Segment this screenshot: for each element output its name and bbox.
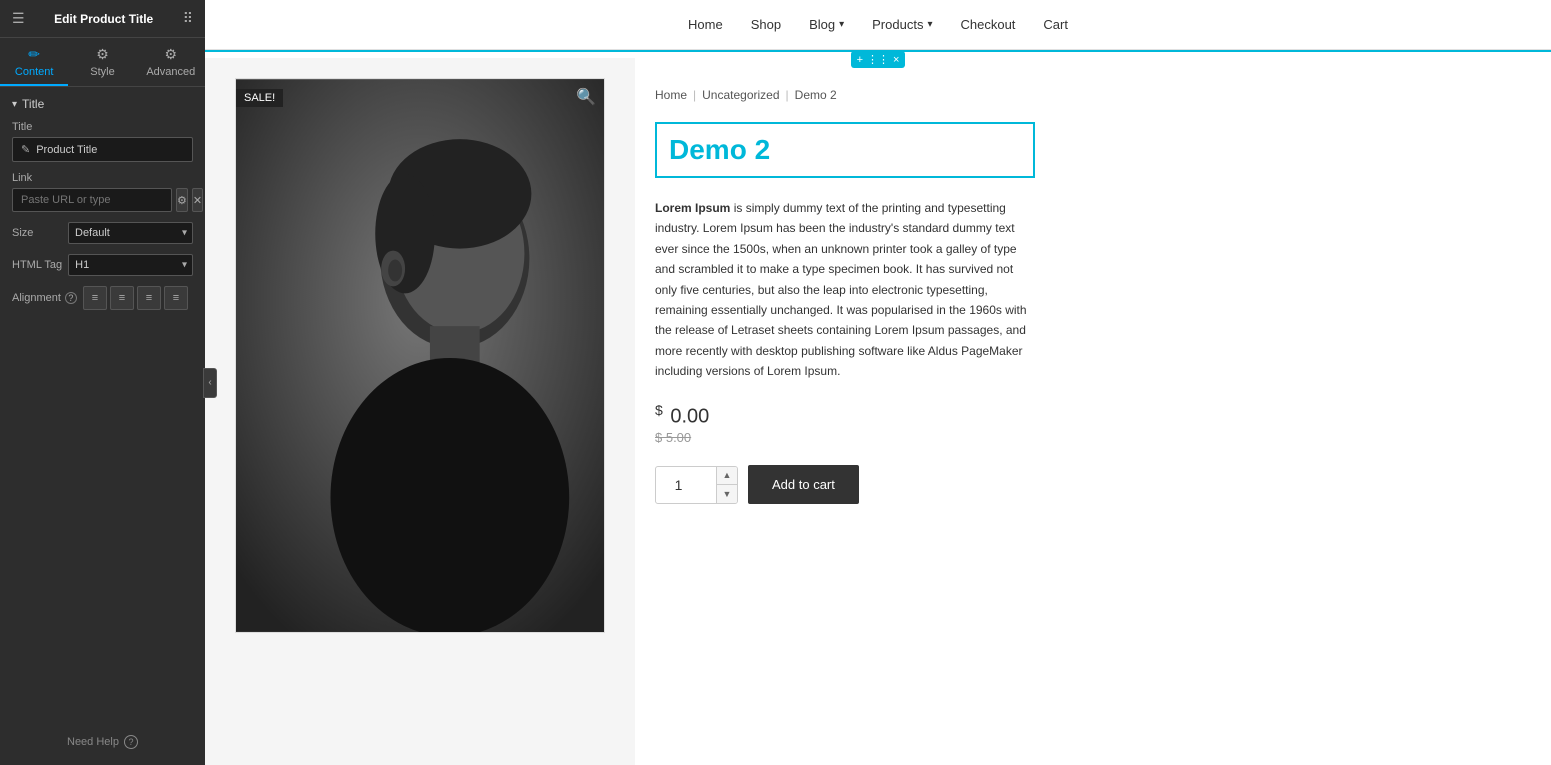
edit-icon: ✎ xyxy=(21,143,30,156)
product-image-area: SALE! 🔍 xyxy=(205,58,635,765)
nav-home[interactable]: Home xyxy=(688,17,723,32)
section-arrow-icon: ▾ xyxy=(12,99,17,110)
help-circle-icon: ? xyxy=(124,735,138,749)
blog-arrow-icon: ▾ xyxy=(839,19,844,30)
align-right-btn[interactable]: ≡ xyxy=(137,286,161,310)
alignment-field-group: Alignment ? ≡ ≡ ≡ ≡ xyxy=(12,286,193,310)
product-image-container: SALE! 🔍 xyxy=(235,78,605,633)
qty-up-btn[interactable]: ▲ xyxy=(717,467,737,485)
old-price: $ 5.00 xyxy=(655,430,1511,445)
title-section: ▾ Title Title ✎ Link ⚙ ✕ Size De xyxy=(0,87,205,330)
quantity-input-wrapper: ▲ ▼ xyxy=(655,466,738,504)
nav-checkout[interactable]: Checkout xyxy=(960,17,1015,32)
need-help-btn[interactable]: Need Help ? xyxy=(0,719,205,765)
title-field-group: Title ✎ xyxy=(12,121,193,162)
product-title-box[interactable]: Demo 2 xyxy=(655,122,1035,178)
content-area: SALE! 🔍 xyxy=(205,58,1551,765)
tab-content[interactable]: ✏ Content xyxy=(0,38,68,86)
sale-badge: SALE! xyxy=(236,89,283,107)
elementor-toolbar: + ⋮⋮ × xyxy=(205,50,1551,58)
currency-symbol: $ xyxy=(655,402,663,418)
toolbar-plus-btn[interactable]: + xyxy=(857,54,863,66)
breadcrumb: Home | Uncategorized | Demo 2 xyxy=(655,88,1511,102)
nav-blog[interactable]: Blog ▾ xyxy=(809,17,844,32)
nav-cart[interactable]: Cart xyxy=(1043,17,1068,32)
toolbar-grid-btn[interactable]: ⋮⋮ xyxy=(867,53,889,66)
breadcrumb-category[interactable]: Uncategorized xyxy=(702,88,779,102)
size-row: Size Default xyxy=(12,222,193,244)
size-label: Size xyxy=(12,227,62,239)
breadcrumb-sep-2: | xyxy=(786,88,789,102)
grid-icon[interactable]: ⠿ xyxy=(183,10,193,27)
style-tab-icon: ⚙ xyxy=(96,46,109,63)
price-area: $ 0.00 $ 5.00 xyxy=(655,402,1511,446)
breadcrumb-current: Demo 2 xyxy=(795,88,837,102)
toolbar-close-btn[interactable]: × xyxy=(893,54,899,66)
sidebar: ☰ Edit Product Title ⠿ ✏ Content ⚙ Style… xyxy=(0,0,205,765)
top-nav: Home Shop Blog ▾ Products ▾ Checkout Car… xyxy=(205,0,1551,50)
alignment-info-icon: ? xyxy=(65,292,77,304)
product-info-area: Home | Uncategorized | Demo 2 Demo 2 Lor… xyxy=(635,58,1551,765)
product-title: Demo 2 xyxy=(669,134,1021,166)
alignment-label: Alignment ? xyxy=(12,292,77,304)
sidebar-tabs: ✏ Content ⚙ Style ⚙ Advanced xyxy=(0,38,205,87)
nav-products[interactable]: Products ▾ xyxy=(872,17,932,32)
link-row: ⚙ ✕ xyxy=(12,188,193,212)
tab-style[interactable]: ⚙ Style xyxy=(68,38,136,86)
lorem-ipsum-bold: Lorem Ipsum xyxy=(655,201,730,215)
breadcrumb-sep-1: | xyxy=(693,88,696,102)
title-label: Title xyxy=(12,121,193,133)
align-justify-btn[interactable]: ≡ xyxy=(164,286,188,310)
product-description: Lorem Ipsum is simply dummy text of the … xyxy=(655,198,1035,382)
breadcrumb-home[interactable]: Home xyxy=(655,88,687,102)
html-tag-select-wrap[interactable]: H1 xyxy=(68,254,193,276)
qty-down-btn[interactable]: ▼ xyxy=(717,485,737,503)
size-field-group: Size Default xyxy=(12,222,193,244)
content-tab-icon: ✏ xyxy=(28,46,40,63)
align-center-btn[interactable]: ≡ xyxy=(110,286,134,310)
alignment-buttons: ≡ ≡ ≡ ≡ xyxy=(83,286,188,310)
quantity-input[interactable] xyxy=(656,467,716,503)
product-image xyxy=(236,79,604,632)
zoom-icon[interactable]: 🔍 xyxy=(576,87,596,107)
current-price: $ 0.00 xyxy=(655,402,1511,429)
size-select-wrap[interactable]: Default xyxy=(68,222,193,244)
products-arrow-icon: ▾ xyxy=(927,19,932,30)
widget-toolbar: + ⋮⋮ × xyxy=(851,51,906,68)
price-value: 0.00 xyxy=(670,405,709,427)
sidebar-title: Edit Product Title xyxy=(25,12,183,26)
title-input[interactable] xyxy=(36,144,184,156)
title-section-header[interactable]: ▾ Title xyxy=(12,97,193,111)
tab-advanced[interactable]: ⚙ Advanced xyxy=(137,38,205,86)
description-text: is simply dummy text of the printing and… xyxy=(655,201,1027,378)
add-to-cart-button[interactable]: Add to cart xyxy=(748,465,859,504)
sidebar-header: ☰ Edit Product Title ⠿ xyxy=(0,0,205,38)
html-tag-label: HTML Tag xyxy=(12,259,62,271)
link-label: Link xyxy=(12,172,193,184)
nav-shop[interactable]: Shop xyxy=(751,17,781,32)
quantity-spinners: ▲ ▼ xyxy=(716,467,737,503)
align-left-btn[interactable]: ≡ xyxy=(83,286,107,310)
hamburger-icon[interactable]: ☰ xyxy=(12,10,25,27)
advanced-tab-icon: ⚙ xyxy=(165,46,178,63)
size-select[interactable]: Default xyxy=(68,222,193,244)
add-to-cart-row: ▲ ▼ Add to cart xyxy=(655,465,1511,504)
html-tag-field-group: HTML Tag H1 xyxy=(12,254,193,276)
alignment-row: Alignment ? ≡ ≡ ≡ ≡ xyxy=(12,286,193,310)
html-tag-select[interactable]: H1 xyxy=(68,254,193,276)
link-field-group: Link ⚙ ✕ xyxy=(12,172,193,212)
link-input[interactable] xyxy=(12,188,172,212)
sidebar-collapse-btn[interactable]: ‹ xyxy=(203,368,217,398)
title-input-wrapper[interactable]: ✎ xyxy=(12,137,193,162)
link-clear-btn[interactable]: ✕ xyxy=(192,188,203,212)
link-settings-btn[interactable]: ⚙ xyxy=(176,188,188,212)
main-area: Home Shop Blog ▾ Products ▾ Checkout Car… xyxy=(205,0,1551,765)
html-tag-row: HTML Tag H1 xyxy=(12,254,193,276)
